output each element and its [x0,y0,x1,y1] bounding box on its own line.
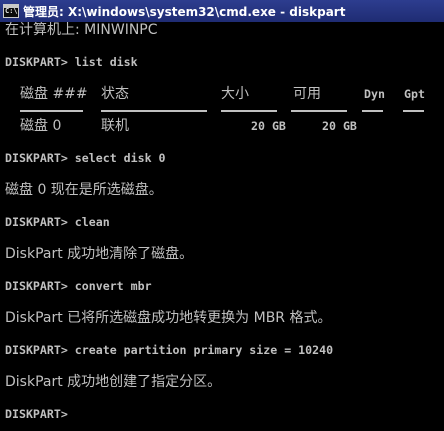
window-title: 管理员: X:\windows\system32\cmd.exe - diskp… [23,4,346,19]
computer-line: 在计算机上: MINWINPC [5,22,158,38]
col-dyn-header: Dyn [364,87,385,101]
command-line: DISKPART> list disk [5,55,138,69]
command-line: DISKPART> create partition primary size … [5,343,334,357]
table-header-row: 磁盘 ### 状态 大小 可用 Dyn Gpt [5,86,441,102]
col-size-header: 大小 [221,86,249,102]
command-line: DISKPART> select disk 0 [5,151,166,165]
table-row: 磁盘 0 联机 20 GB 20 GB [5,118,441,134]
separator [101,110,207,112]
separator [291,110,347,112]
command-line: DISKPART> clean [5,215,110,229]
cmd-icon[interactable] [3,4,19,18]
output-line: DiskPart 成功地清除了磁盘。 [5,246,194,262]
output-line: 磁盘 0 现在是所选磁盘。 [5,182,163,198]
cmd-window: 管理员: X:\windows\system32\cmd.exe - diskp… [0,0,444,431]
command-line: DISKPART> convert mbr [5,279,152,293]
output-line: DiskPart 成功地创建了指定分区。 [5,374,222,390]
cell-status: 联机 [101,118,129,134]
col-gpt-header: Gpt [404,87,425,101]
col-disk-header: 磁盘 ### [20,86,88,102]
separator [403,110,424,112]
cell-size: 20 GB [251,119,286,133]
command-prompt[interactable]: DISKPART> [5,406,441,422]
separator [221,110,277,112]
title-bar[interactable]: 管理员: X:\windows\system32\cmd.exe - diskp… [0,0,444,22]
console-output[interactable]: 在计算机上: MINWINPC DISKPART> list disk 磁盘 #… [5,22,441,431]
separator [362,110,383,112]
col-free-header: 可用 [293,86,321,102]
separator [20,110,83,112]
table-separator-row [5,102,441,118]
cell-disk: 磁盘 0 [20,118,62,134]
cell-free: 20 GB [322,119,357,133]
col-status-header: 状态 [101,86,129,102]
output-line: DiskPart 已将所选磁盘成功地转更换为 MBR 格式。 [5,310,332,326]
